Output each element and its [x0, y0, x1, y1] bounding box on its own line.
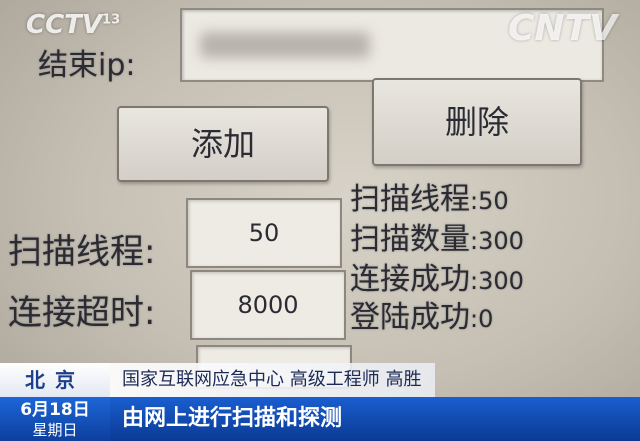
stat-label: 扫描线程: [350, 182, 470, 217]
delete-button[interactable]: 删除: [372, 78, 582, 166]
stat-scan-threads: 扫描线程:50: [350, 174, 509, 218]
cntv-logo: CNTV: [508, 8, 617, 49]
screen-photo: 结束ip: 添加 删除 扫描线程: 50 连接超时: 8000 扫描线程:50 …: [0, 0, 640, 441]
connect-timeout-label: 连接超时:: [8, 293, 156, 333]
location-tag: 北京: [0, 363, 110, 397]
stat-value: :50: [470, 187, 509, 215]
speaker-credit: 国家互联网应急中心 高级工程师 高胜: [110, 363, 436, 397]
date-text: 6月18日: [20, 400, 90, 420]
channel-logo-text: CCTV: [26, 10, 103, 40]
news-caption: 由网上进行扫描和探测: [110, 397, 640, 441]
stat-value: :0: [470, 305, 494, 333]
weekday-text: 星期日: [32, 421, 78, 439]
stat-scan-count: 扫描数量:300: [350, 214, 524, 258]
date-box: 6月18日 星期日: [0, 397, 110, 441]
add-button[interactable]: 添加: [117, 106, 329, 182]
news-lower-third: 北京 国家互联网应急中心 高级工程师 高胜 6月18日 星期日 由网上进行扫描和…: [0, 363, 640, 441]
stat-label: 登陆成功: [350, 300, 470, 335]
connect-timeout-input[interactable]: 8000: [190, 270, 346, 340]
scan-threads-label: 扫描线程:: [8, 232, 156, 272]
channel-number: 13: [102, 12, 121, 28]
stat-label: 扫描数量: [350, 222, 470, 257]
blurred-ip-value: [200, 32, 370, 58]
stat-value: :300: [470, 267, 524, 295]
cctv-logo: CCTV13: [26, 10, 120, 40]
stat-login-success: 登陆成功:0: [350, 292, 493, 336]
stat-value: :300: [470, 227, 524, 255]
end-ip-label: 结束ip:: [38, 48, 136, 83]
scan-threads-input[interactable]: 50: [186, 198, 342, 268]
